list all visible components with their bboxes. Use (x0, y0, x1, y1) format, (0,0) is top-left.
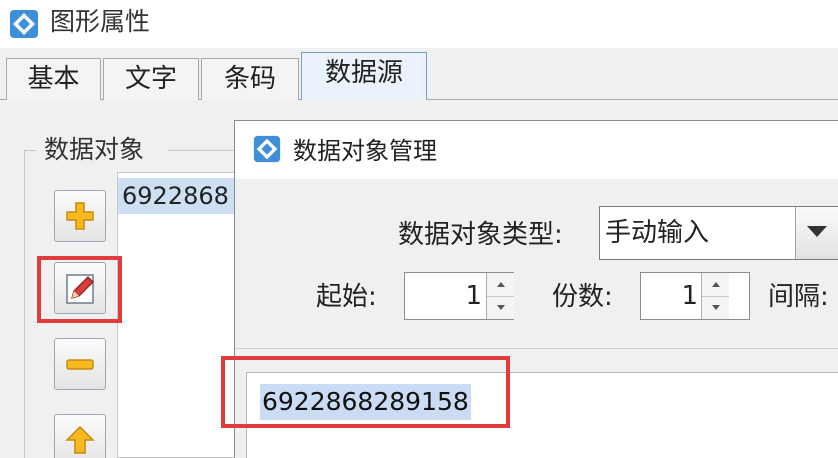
tab-data-source[interactable]: 数据源 (301, 52, 427, 101)
content-highlight (221, 356, 510, 428)
window-title: 图形属性 (50, 7, 151, 36)
app-logo-icon (253, 135, 281, 163)
copies-value[interactable]: 1 (646, 279, 698, 313)
start-value[interactable]: 1 (410, 279, 482, 313)
spin-up-icon[interactable] (487, 273, 514, 296)
dialog-title: 数据对象管理 (293, 137, 437, 165)
tab-basic[interactable]: 基本 (6, 58, 101, 100)
chevron-down-icon (807, 226, 827, 237)
group-border (168, 150, 238, 151)
dialog-divider (235, 348, 838, 349)
move-up-button[interactable] (54, 414, 106, 458)
copies-spinner-buttons (701, 273, 729, 319)
arrow-up-icon (65, 425, 95, 454)
plus-icon (66, 202, 94, 230)
spin-down-icon[interactable] (702, 296, 729, 319)
interval-label: 间隔: (768, 282, 829, 312)
data-object-type-value: 手动输入 (605, 218, 710, 248)
tab-text[interactable]: 文字 (103, 58, 199, 100)
group-border (24, 150, 25, 458)
remove-button[interactable] (54, 338, 106, 390)
data-object-group-title: 数据对象 (44, 135, 145, 164)
start-label: 起始: (316, 282, 377, 312)
app-logo-icon (10, 10, 38, 38)
add-button[interactable] (54, 190, 106, 242)
list-item[interactable]: 6922868 (118, 178, 238, 214)
group-border (24, 150, 36, 151)
data-object-type-label: 数据对象类型: (398, 220, 563, 250)
tab-barcode[interactable]: 条码 (201, 58, 299, 100)
start-spinner-buttons (486, 273, 514, 319)
spin-down-icon[interactable] (487, 296, 514, 319)
minus-icon (66, 359, 94, 370)
spin-up-icon[interactable] (702, 273, 729, 296)
copies-label: 份数: (552, 282, 613, 312)
edit-button-highlight (37, 256, 122, 323)
